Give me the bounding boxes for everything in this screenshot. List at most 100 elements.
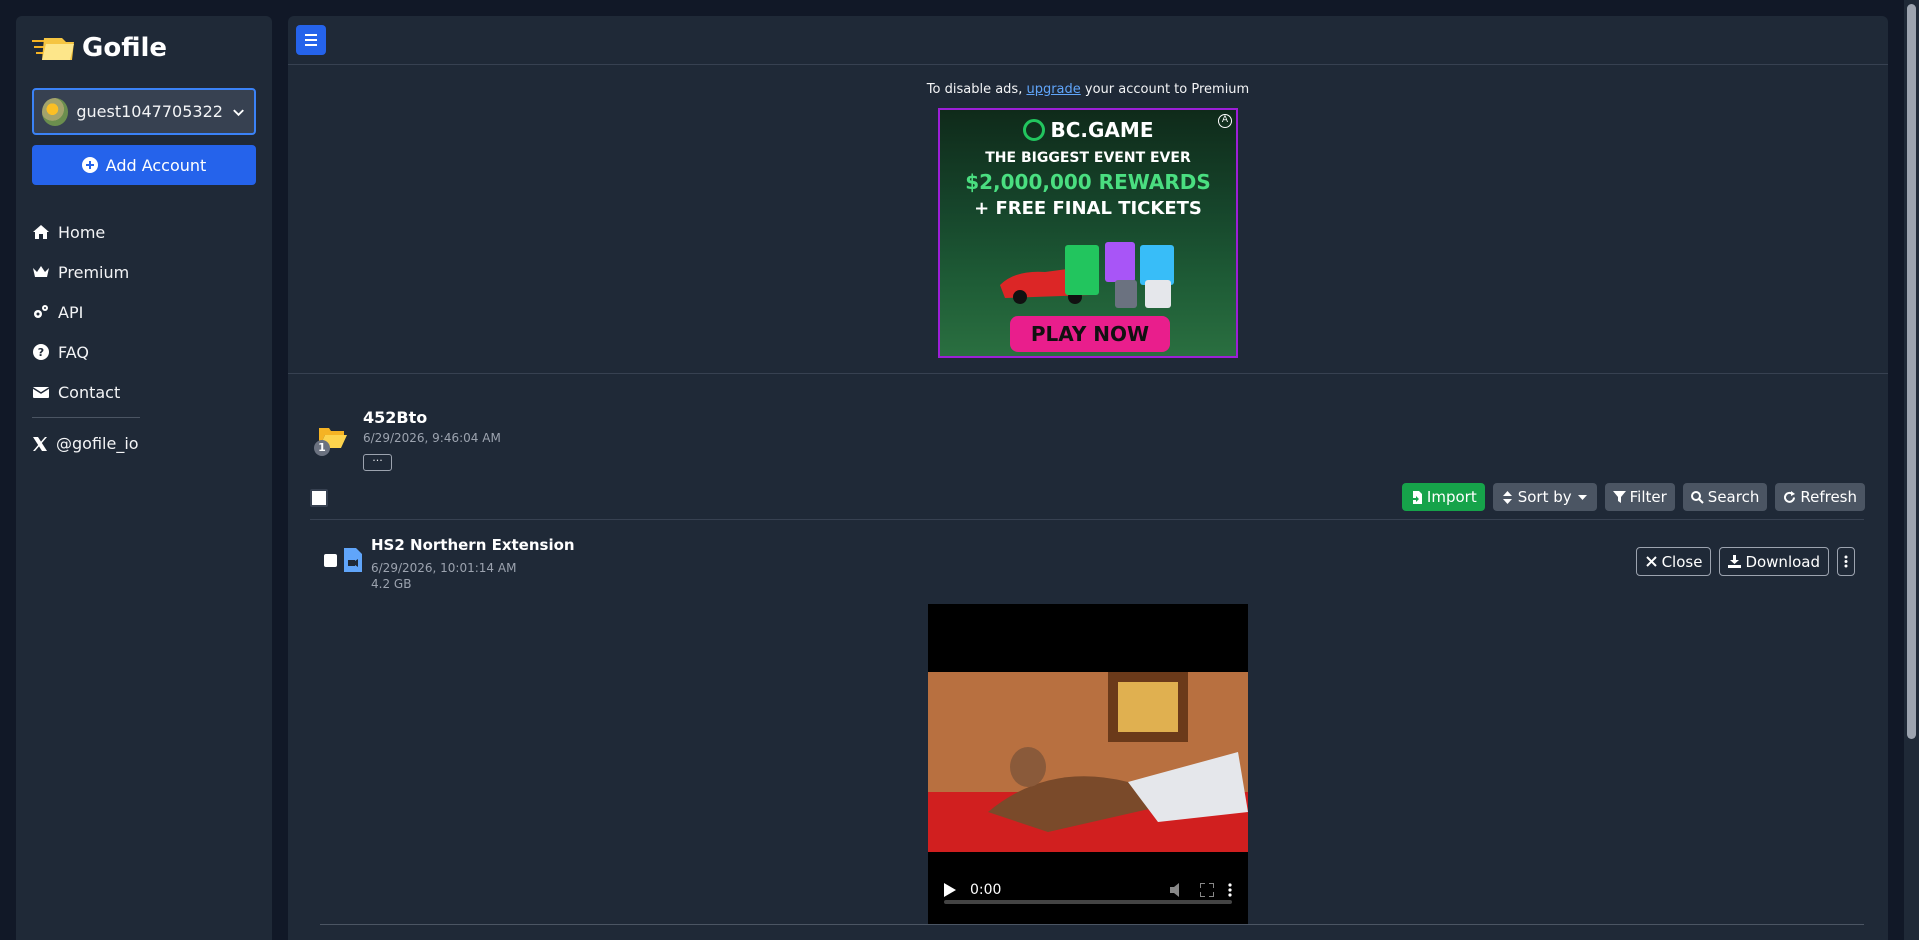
refresh-label: Refresh [1800, 488, 1857, 506]
divider [288, 373, 1888, 374]
sidebar-item-home[interactable]: Home [32, 212, 256, 252]
video-player[interactable]: 0:00 [928, 604, 1248, 924]
sidebar-item-label: FAQ [58, 342, 89, 362]
play-icon[interactable] [944, 883, 956, 897]
sidebar-item-contact[interactable]: Contact [32, 372, 256, 412]
close-button[interactable]: Close [1635, 547, 1712, 576]
folder-date: 6/29/2026, 9:46:04 AM [363, 431, 501, 445]
sidebar-item-api[interactable]: API [32, 292, 256, 332]
divider [288, 64, 1888, 65]
ellipsis-vertical-icon [1844, 555, 1848, 568]
menu-toggle-button[interactable] [296, 25, 326, 55]
divider [310, 519, 1864, 520]
filter-icon [1612, 490, 1626, 503]
close-label: Close [1661, 552, 1703, 571]
main-panel: To disable ads, upgrade your account to … [288, 16, 1888, 940]
ad-brand-name: BC.GAME [1050, 118, 1154, 142]
ad-artwork [1000, 242, 1174, 308]
ad-banner[interactable]: A BC.GAME THE BIGGEST EVENT EVER $2,000,… [938, 108, 1238, 358]
file-actions: Close Download [1635, 547, 1855, 576]
plus-circle-icon [81, 157, 98, 173]
toolbar: Import Sort by Filter Search Refresh [1401, 483, 1865, 511]
ad-cta-button[interactable]: PLAY NOW [1010, 316, 1170, 352]
sidebar-item-label: Home [58, 222, 106, 242]
menu-bar-icon [305, 39, 317, 41]
gofile-logo-icon [32, 38, 74, 60]
video-controls: 0:00 [928, 856, 1248, 924]
folder-options-button[interactable]: ··· [363, 454, 392, 471]
sidebar-item-label: API [58, 302, 84, 322]
filter-button[interactable]: Filter [1604, 483, 1675, 511]
ad-headline: THE BIGGEST EVENT EVER [985, 150, 1191, 166]
file-name[interactable]: HS2 Northern Extension [371, 536, 575, 554]
ad-notice-prefix: To disable ads, [926, 82, 1027, 97]
question-circle-icon: ? [33, 344, 49, 360]
file-date: 6/29/2026, 10:01:14 AM [371, 561, 517, 575]
file-more-button[interactable] [1837, 547, 1855, 576]
video-progress-bar[interactable] [944, 900, 1232, 904]
sort-icon [1502, 490, 1512, 504]
video-frame [928, 672, 1248, 852]
scrollbar-thumb[interactable] [1907, 4, 1916, 739]
caret-down-icon [1577, 494, 1587, 500]
envelope-icon [32, 387, 50, 398]
file-size: 4.2 GB [371, 577, 412, 591]
ad-notice: To disable ads, upgrade your account to … [288, 82, 1888, 97]
refresh-icon [1784, 490, 1796, 503]
home-icon [33, 225, 49, 239]
more-options-icon[interactable] [1228, 883, 1232, 897]
brand[interactable]: Gofile [32, 32, 167, 64]
sidebar-item-label: Premium [58, 262, 130, 282]
video-time: 0:00 [970, 882, 1002, 898]
volume-muted-icon[interactable] [1170, 883, 1186, 897]
account-select[interactable]: guest1047705322 [32, 88, 256, 135]
close-icon [1645, 556, 1657, 567]
sidebar-divider [32, 417, 140, 418]
avatar [42, 97, 69, 126]
select-all-checkbox[interactable] [310, 489, 328, 507]
chevron-down-icon [233, 108, 244, 116]
crown-icon [33, 266, 49, 277]
social-link-label: @gofile_io [56, 434, 139, 453]
sort-label: Sort by [1517, 488, 1572, 506]
ad-tickets: + FREE FINAL TICKETS [974, 198, 1202, 219]
download-button[interactable]: Download [1719, 547, 1829, 576]
import-button[interactable]: Import [1401, 483, 1485, 511]
sort-button[interactable]: Sort by [1492, 483, 1597, 511]
sidebar-item-premium[interactable]: Premium [32, 252, 256, 292]
divider [320, 924, 1864, 925]
folder-count-badge: 1 [314, 440, 330, 456]
cogs-icon [34, 305, 48, 318]
menu-bar-icon [305, 34, 317, 36]
file-checkbox[interactable] [324, 554, 337, 567]
menu-bar-icon [305, 44, 317, 46]
sidebar: Gofile guest1047705322 Add Account Home … [16, 16, 272, 940]
sidebar-item-faq[interactable]: ? FAQ [32, 332, 256, 372]
sidebar-item-label: Contact [58, 382, 121, 402]
social-link-x[interactable]: @gofile_io [32, 434, 139, 453]
sidebar-nav: Home Premium API ? FAQ Contact [32, 212, 256, 412]
page-scrollbar[interactable] [1904, 0, 1919, 940]
refresh-button[interactable]: Refresh [1775, 483, 1865, 511]
ad-brand: BC.GAME [940, 118, 1236, 142]
ad-choices-icon[interactable]: A [1218, 114, 1232, 128]
ad-notice-suffix: your account to Premium [1080, 82, 1250, 97]
svg-text:?: ? [38, 346, 44, 359]
upgrade-link[interactable]: upgrade [1026, 82, 1080, 97]
add-account-label: Add Account [105, 155, 207, 175]
download-label: Download [1745, 552, 1820, 571]
ad-rewards: $2,000,000 REWARDS [965, 170, 1211, 194]
filter-label: Filter [1629, 488, 1667, 506]
x-twitter-icon [33, 436, 47, 451]
search-icon [1690, 490, 1704, 504]
file-import-icon [1409, 490, 1422, 504]
fullscreen-icon[interactable] [1200, 883, 1214, 897]
add-account-button[interactable]: Add Account [32, 145, 256, 185]
file-video-icon [344, 548, 362, 572]
folder-name: 452Bto [363, 408, 428, 427]
search-button[interactable]: Search [1682, 483, 1768, 511]
search-label: Search [1707, 488, 1760, 506]
import-label: Import [1426, 488, 1477, 506]
account-name: guest1047705322 [76, 102, 223, 121]
bc-game-logo-icon [1022, 119, 1045, 141]
